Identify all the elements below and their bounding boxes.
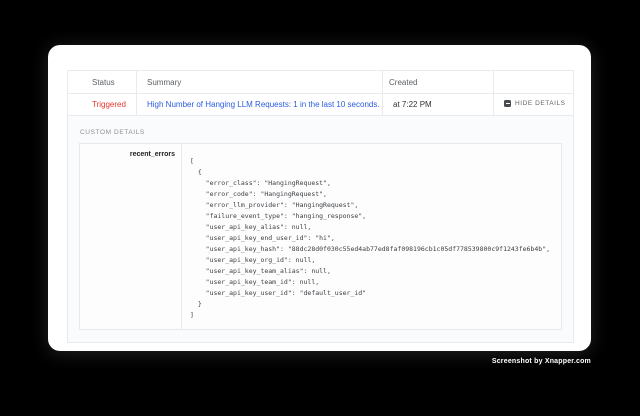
hide-details-label: HIDE DETAILS	[515, 100, 566, 107]
status-cell: Triggered	[68, 94, 137, 116]
details-box: recent_errors [ { "error_class": "Hangin…	[79, 143, 562, 330]
recent-errors-key: recent_errors	[130, 151, 175, 158]
created-timestamp: at 7:22 PM	[393, 100, 432, 109]
table-header-row: Status Summary Created	[68, 71, 574, 94]
status-badge: Triggered	[92, 100, 126, 109]
details-row: CUSTOM DETAILS recent_errors [ { "error_…	[68, 116, 574, 343]
recent-errors-json: [ { "error_class": "HangingRequest", "er…	[182, 144, 561, 329]
minus-square-icon	[504, 100, 511, 107]
column-header-status: Status	[68, 71, 137, 94]
alert-summary-link[interactable]: High Number of Hanging LLM Requests: 1 i…	[147, 100, 380, 109]
alert-row: Triggered High Number of Hanging LLM Req…	[68, 94, 574, 116]
column-header-actions	[494, 71, 574, 94]
custom-details-heading: CUSTOM DETAILS	[79, 129, 562, 136]
page-background: { "table": { "columns": ["Status", "Summ…	[0, 0, 640, 416]
alert-card: Status Summary Created Triggered High Nu…	[48, 45, 591, 351]
column-header-created: Created	[383, 71, 494, 94]
custom-details-panel: CUSTOM DETAILS recent_errors [ { "error_…	[68, 116, 574, 343]
alerts-table: Status Summary Created Triggered High Nu…	[67, 70, 574, 343]
summary-cell: High Number of Hanging LLM Requests: 1 i…	[137, 94, 383, 116]
details-key-column: recent_errors	[80, 144, 182, 329]
xnapper-watermark: Screenshot by Xnapper.com	[492, 358, 591, 365]
created-cell: at 7:22 PM	[383, 94, 494, 116]
actions-cell: HIDE DETAILS	[494, 94, 574, 116]
column-header-summary: Summary	[137, 71, 383, 94]
hide-details-button[interactable]: HIDE DETAILS	[504, 100, 566, 107]
